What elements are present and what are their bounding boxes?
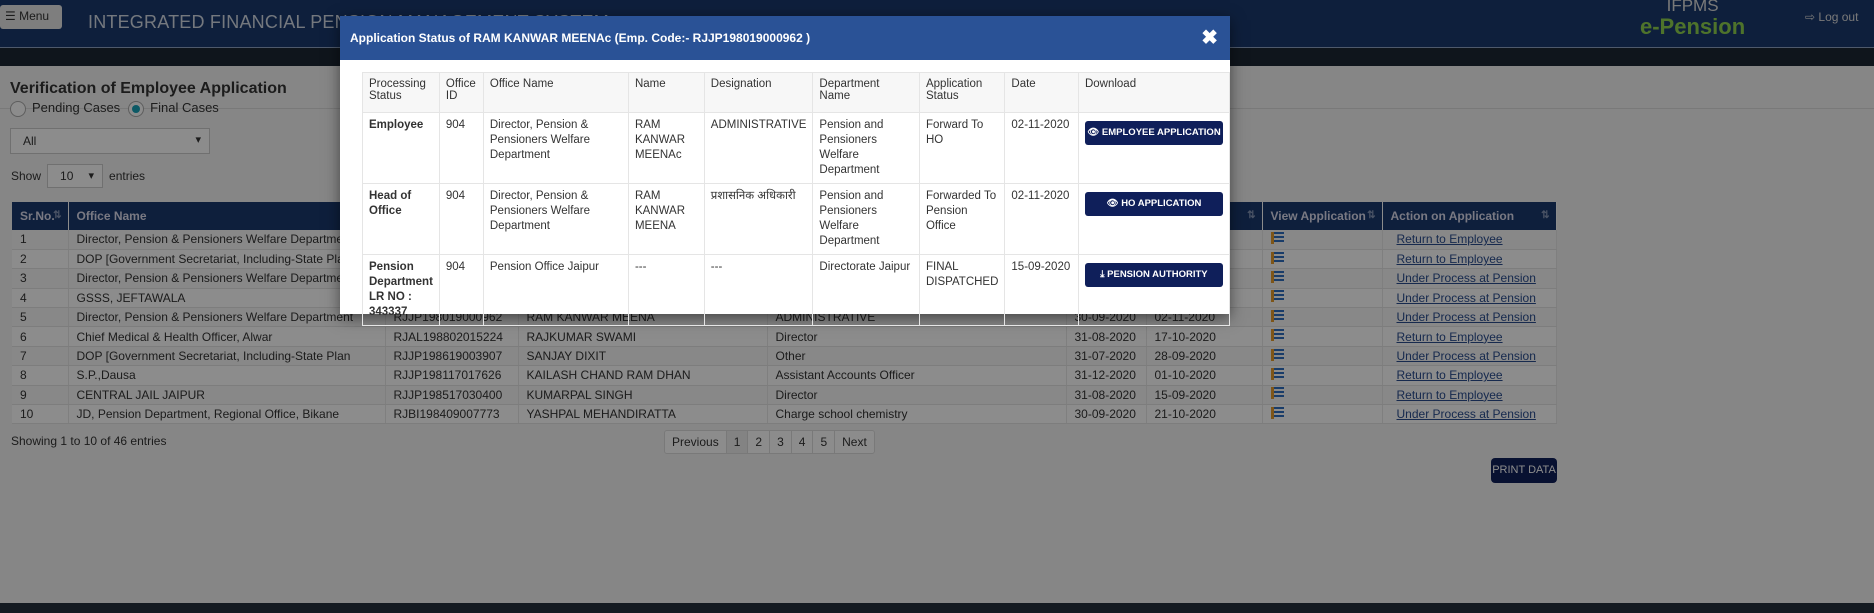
download-button-label: EMPLOYEE APPLICATION: [1101, 127, 1221, 138]
status-cell: Pension Department LR NO : 343337: [362, 254, 440, 326]
status-cell: Employee: [362, 112, 440, 184]
status-cell: प्रशासनिक अधिकारी: [703, 183, 814, 255]
status-column-header: Date: [1004, 72, 1079, 113]
status-cell: Director, Pension & Pensioners Welfare D…: [482, 112, 629, 184]
status-cell: 904: [438, 183, 484, 255]
status-cell: Pension and Pensioners Welfare Departmen…: [812, 183, 920, 255]
eye-icon: 👁: [1087, 127, 1102, 138]
status-cell: 👁 HO APPLICATION: [1077, 183, 1231, 255]
status-cell: 02-11-2020: [1004, 112, 1079, 184]
status-cell: Director, Pension & Pensioners Welfare D…: [482, 183, 629, 255]
modal-header: Application Status of RAM KANWAR MEENAc …: [340, 16, 1230, 60]
modal-title: Application Status of RAM KANWAR MEENAc …: [350, 31, 811, 45]
status-row: Employee 904 Director, Pension & Pensioner…: [362, 112, 1231, 184]
status-column-header: Application Status: [918, 72, 1006, 113]
status-cell: 904: [438, 112, 484, 184]
status-row: Head of Office 904 Director, Pension & Pen…: [362, 183, 1231, 255]
status-cell: RAM KANWAR MEENAc: [627, 112, 705, 184]
status-table: Processing Status Office ID Office Name Nam…: [362, 72, 1231, 326]
status-column-header: Office Name: [482, 72, 629, 113]
status-cell: Pension Office Jaipur: [482, 254, 629, 326]
status-column-header: Download: [1077, 72, 1231, 113]
status-cell: 904: [438, 254, 484, 326]
close-icon[interactable]: ✖: [1201, 25, 1218, 50]
download-button[interactable]: 👁 HO APPLICATION: [1084, 192, 1223, 216]
status-cell: Directorate Jaipur: [812, 254, 920, 326]
status-row: Pension Department LR NO : 343337 904 Pens…: [362, 254, 1231, 326]
status-cell: Pension and Pensioners Welfare Departmen…: [812, 112, 920, 184]
status-cell: Head of Office: [362, 183, 440, 255]
download-button-label: PENSION AUTHORITY: [1107, 269, 1208, 280]
status-cell: 02-11-2020: [1004, 183, 1079, 255]
eye-icon: 👁: [1106, 198, 1122, 209]
status-cell: ADMINISTRATIVE: [703, 112, 814, 184]
status-cell: RAM KANWAR MEENA: [627, 183, 705, 255]
status-cell: ⤓ PENSION AUTHORITY: [1077, 254, 1231, 326]
status-column-header: Processing Status: [362, 72, 440, 113]
download-button[interactable]: 👁 EMPLOYEE APPLICATION: [1084, 121, 1223, 145]
application-status-modal: Application Status of RAM KANWAR MEENAc …: [340, 16, 1231, 326]
status-column-header: Designation: [703, 72, 814, 113]
status-cell: ---: [627, 254, 705, 326]
download-button-label: HO APPLICATION: [1121, 198, 1202, 209]
status-cell: 👁 EMPLOYEE APPLICATION: [1077, 112, 1231, 184]
status-column-header: Office ID: [438, 72, 484, 113]
status-column-header: Department Name: [812, 72, 920, 113]
status-cell: 15-09-2020: [1004, 254, 1079, 326]
download-button[interactable]: ⤓ PENSION AUTHORITY: [1084, 263, 1223, 287]
status-cell: ---: [703, 254, 814, 326]
status-cell: FINAL DISPATCHED: [918, 254, 1006, 326]
status-cell: Forwarded To Pension Office: [918, 183, 1006, 255]
status-column-header: Name: [627, 72, 705, 113]
status-cell: Forward To HO: [918, 112, 1006, 184]
